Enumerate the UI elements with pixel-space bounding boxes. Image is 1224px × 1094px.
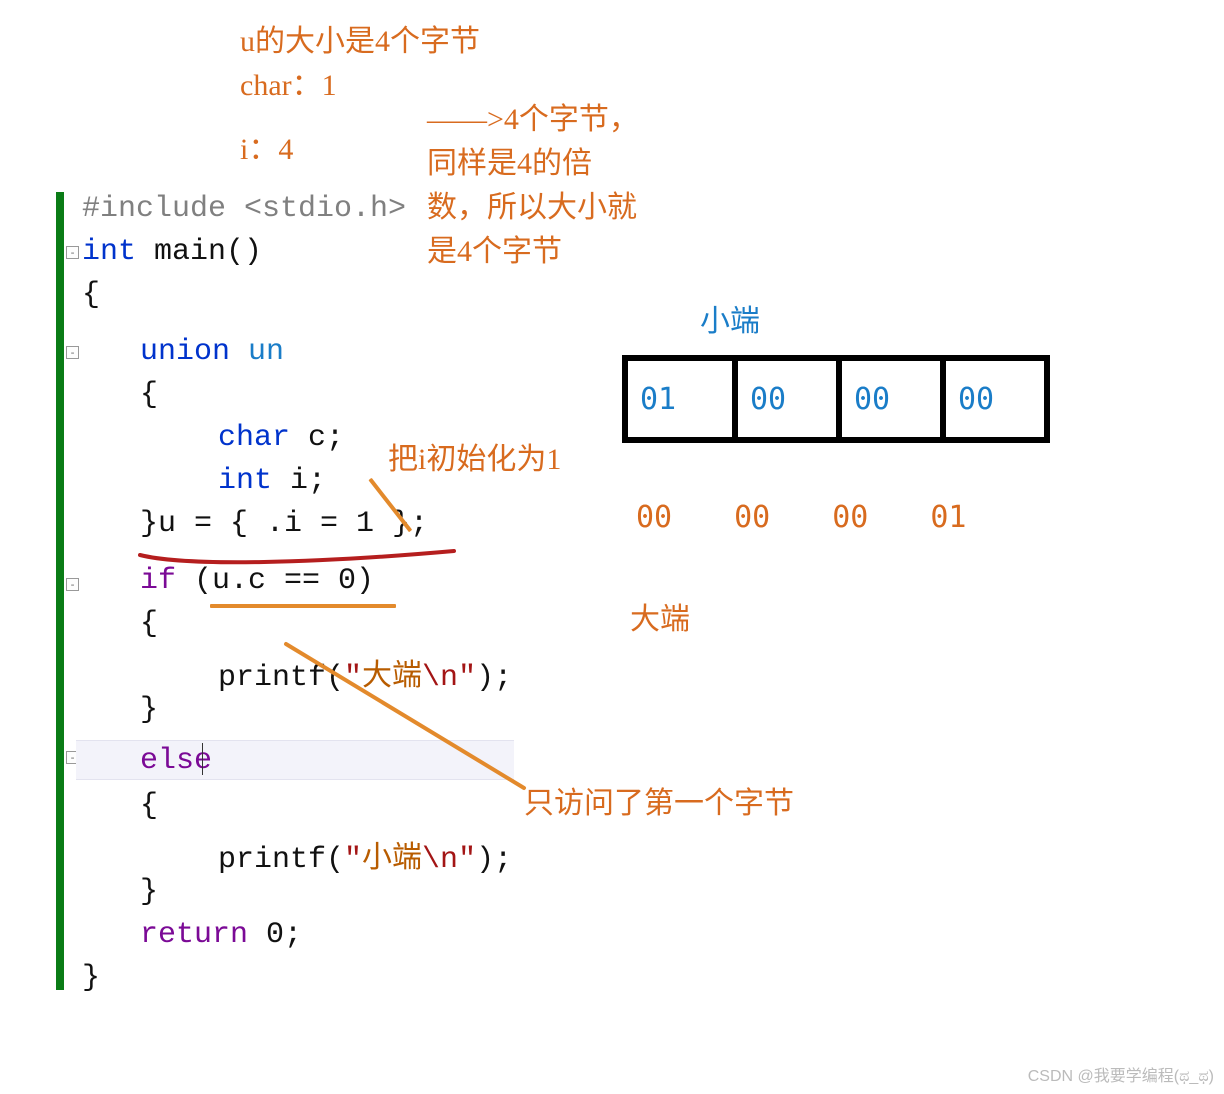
label-big-endian: 大端 <box>630 600 690 641</box>
fold-icon[interactable]: - <box>66 578 79 591</box>
include-header: <stdio.h> <box>244 192 406 226</box>
if-cond: (u.c == 0) <box>176 564 374 598</box>
arrow-line-icon <box>280 638 530 798</box>
code-brace: } <box>140 875 158 909</box>
code-line-char-c: char c; <box>218 421 344 455</box>
code-brace: { <box>140 789 158 823</box>
paren-semi: ); <box>476 843 512 877</box>
label-little-endian: 小端 <box>700 296 760 340</box>
fold-icon[interactable]: - <box>66 346 79 359</box>
kw-union: union <box>140 335 230 369</box>
underline-icon <box>210 604 396 608</box>
byte: 00 <box>636 500 672 535</box>
fn-printf: printf( <box>218 843 344 877</box>
kw-int: int <box>82 235 136 269</box>
memory-cell: 00 <box>940 361 1044 437</box>
annotation-explain-4: 是4个字节 <box>427 232 562 273</box>
code-line-union: union un <box>140 335 284 369</box>
byte: 00 <box>832 500 868 535</box>
type-un: un <box>230 335 284 369</box>
annotation-i: i：4 <box>240 130 293 171</box>
annotation-init: 把i初始化为1 <box>388 440 561 481</box>
code-line-return: return 0; <box>140 918 302 952</box>
big-endian-bytes: 00 00 00 01 <box>636 500 967 535</box>
str-little-endian: 小端 <box>362 843 422 877</box>
kw-if: if <box>140 564 176 598</box>
memory-cell: 00 <box>836 361 940 437</box>
annotation-explain-3: 数，所以大小就 <box>427 188 637 229</box>
code-brace: { <box>140 607 158 641</box>
code-line-if: if (u.c == 0) <box>140 564 374 598</box>
annotation-explain-2: 同样是4的倍 <box>427 144 592 185</box>
code-line-int-i: int i; <box>218 464 326 498</box>
str-quote: " <box>344 843 362 877</box>
code-line-main: int main() <box>82 235 262 269</box>
annotation-char: char：1 <box>240 66 337 107</box>
byte: 01 <box>930 500 966 535</box>
annotation-explain-1: ——>4个字节， <box>427 100 639 141</box>
var-c: c; <box>290 421 344 455</box>
annotation-first-byte: 只访问了第一个字节 <box>524 784 794 825</box>
code-brace: { <box>140 378 158 412</box>
memory-cell: 01 <box>628 361 732 437</box>
code-brace: { <box>82 278 100 312</box>
code-line-include: #include <stdio.h> <box>82 192 406 226</box>
gutter-green-bar <box>56 192 64 990</box>
code-line-printf-little: printf("小端\n"); <box>218 832 512 877</box>
ret-val: 0; <box>248 918 302 952</box>
kw-char: char <box>218 421 290 455</box>
str-quote: " <box>458 843 476 877</box>
kw-int: int <box>218 464 272 498</box>
var-i: i; <box>272 464 326 498</box>
code-brace: } <box>82 961 100 995</box>
str-esc: \n <box>422 843 458 877</box>
code-line-init: }u = { .i = 1 }; <box>140 507 428 541</box>
memory-cell: 00 <box>732 361 836 437</box>
watermark: CSDN @我要学编程(ಥ_ಥ) <box>1028 1062 1214 1086</box>
text-cursor <box>202 743 203 775</box>
kw-return: return <box>140 918 248 952</box>
include-directive: #include <box>82 192 244 226</box>
annotation-size: u的大小是4个字节 <box>240 22 480 63</box>
code-brace: } <box>140 693 158 727</box>
fold-icon[interactable]: - <box>66 246 79 259</box>
byte: 00 <box>734 500 770 535</box>
memory-bytes-table: 01 00 00 00 <box>622 355 1050 443</box>
fn-main: main() <box>136 235 262 269</box>
